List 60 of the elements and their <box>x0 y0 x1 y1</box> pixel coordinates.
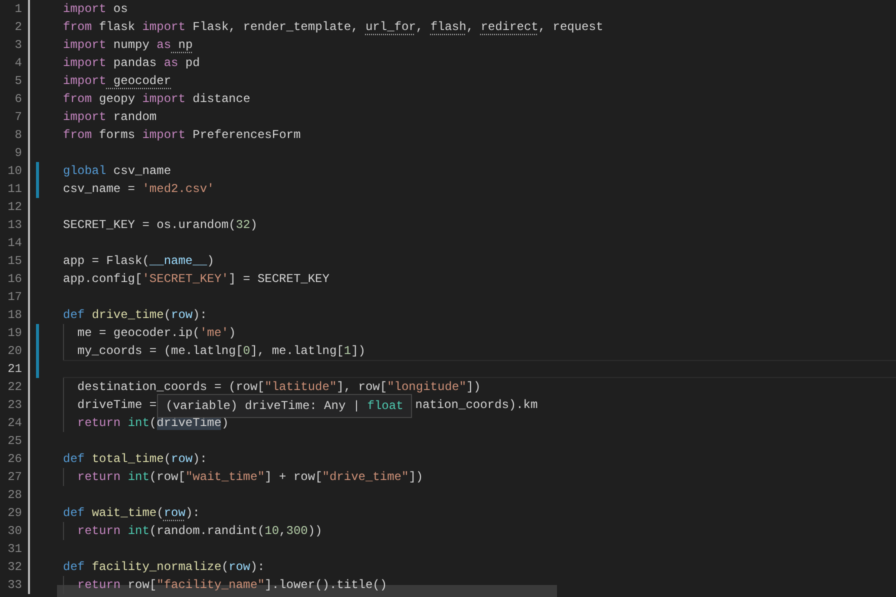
line-number: 26 <box>6 451 22 468</box>
code-line: nation_coords).km <box>415 397 538 414</box>
code-line: my_coords = (me.latlng[0], me.latlng[1]) <box>76 343 366 360</box>
line-number: 33 <box>6 577 22 594</box>
line-number: 16 <box>6 271 22 288</box>
line-number: 21 <box>6 361 22 378</box>
code-line: def total_time(row): <box>63 451 208 468</box>
code-line: SECRET_KEY = os.urandom(32) <box>63 217 258 234</box>
code-line: from geopy import distance <box>63 91 250 108</box>
line-number: 5 <box>14 73 22 90</box>
line-number: 28 <box>6 487 22 504</box>
line-number: 29 <box>6 505 22 522</box>
code-line: csv_name = 'med2.csv' <box>63 181 214 198</box>
code-line: app = Flask(__name__) <box>63 253 214 270</box>
line-number: 2 <box>14 19 22 36</box>
code-line: return int(random.randint(10,300)) <box>76 523 322 540</box>
code-line: import pandas as pd <box>63 55 200 72</box>
line-number: 14 <box>6 235 22 252</box>
code-line: import os <box>63 1 128 18</box>
code-line: import geocoder <box>63 73 172 90</box>
code-line: import random <box>63 109 157 126</box>
line-number: 27 <box>6 469 22 486</box>
line-number: 20 <box>6 343 22 360</box>
code-line: from flask import Flask, render_template, url_for, flash, redirect, request <box>63 19 604 36</box>
line-number: 11 <box>6 181 22 198</box>
code-line: global csv_name <box>63 163 172 180</box>
code-line: driveTime = <box>76 397 157 414</box>
code-line: def wait_time(row): <box>63 505 200 522</box>
line-number: 1 <box>14 1 22 18</box>
line-number: 10 <box>6 163 22 180</box>
line-number: 24 <box>6 415 22 432</box>
code-line: def facility_normalize(row): <box>63 559 265 576</box>
line-number: 7 <box>14 109 22 126</box>
line-number: 19 <box>6 325 22 342</box>
line-number: 15 <box>6 253 22 270</box>
line-number: 25 <box>6 433 22 450</box>
code-line: return int(driveTime) <box>76 415 229 432</box>
hover-tooltip: (variable) driveTime: Any | float <box>156 394 412 418</box>
code-line: return row["facility_name"].lower().title() <box>76 577 388 594</box>
line-number: 31 <box>6 541 22 558</box>
code-line: from forms import PreferencesForm <box>63 127 301 144</box>
line-number: 4 <box>14 55 22 72</box>
line-number: 13 <box>6 217 22 234</box>
line-number: 32 <box>6 559 22 576</box>
code-line: app.config['SECRET_KEY'] = SECRET_KEY <box>63 271 330 288</box>
line-number: 30 <box>6 523 22 540</box>
line-number: 3 <box>14 37 22 54</box>
line-number: 9 <box>14 145 22 162</box>
code-line: import numpy as np <box>63 37 193 54</box>
code-line: def drive_time(row): <box>63 307 208 324</box>
line-number: 23 <box>6 397 22 414</box>
line-number: 22 <box>6 379 22 396</box>
line-number: 8 <box>14 127 22 144</box>
code-line: me = geocoder.ip('me') <box>76 325 236 342</box>
line-number: 12 <box>6 199 22 216</box>
code-line: return int(row["wait_time"] + row["drive_time"]) <box>76 469 424 486</box>
line-number: 6 <box>14 91 22 108</box>
line-number: 17 <box>6 289 22 306</box>
line-number: 18 <box>6 307 22 324</box>
code-line: destination_coords = (row["latitude"], row["longitude"]) <box>76 379 481 396</box>
